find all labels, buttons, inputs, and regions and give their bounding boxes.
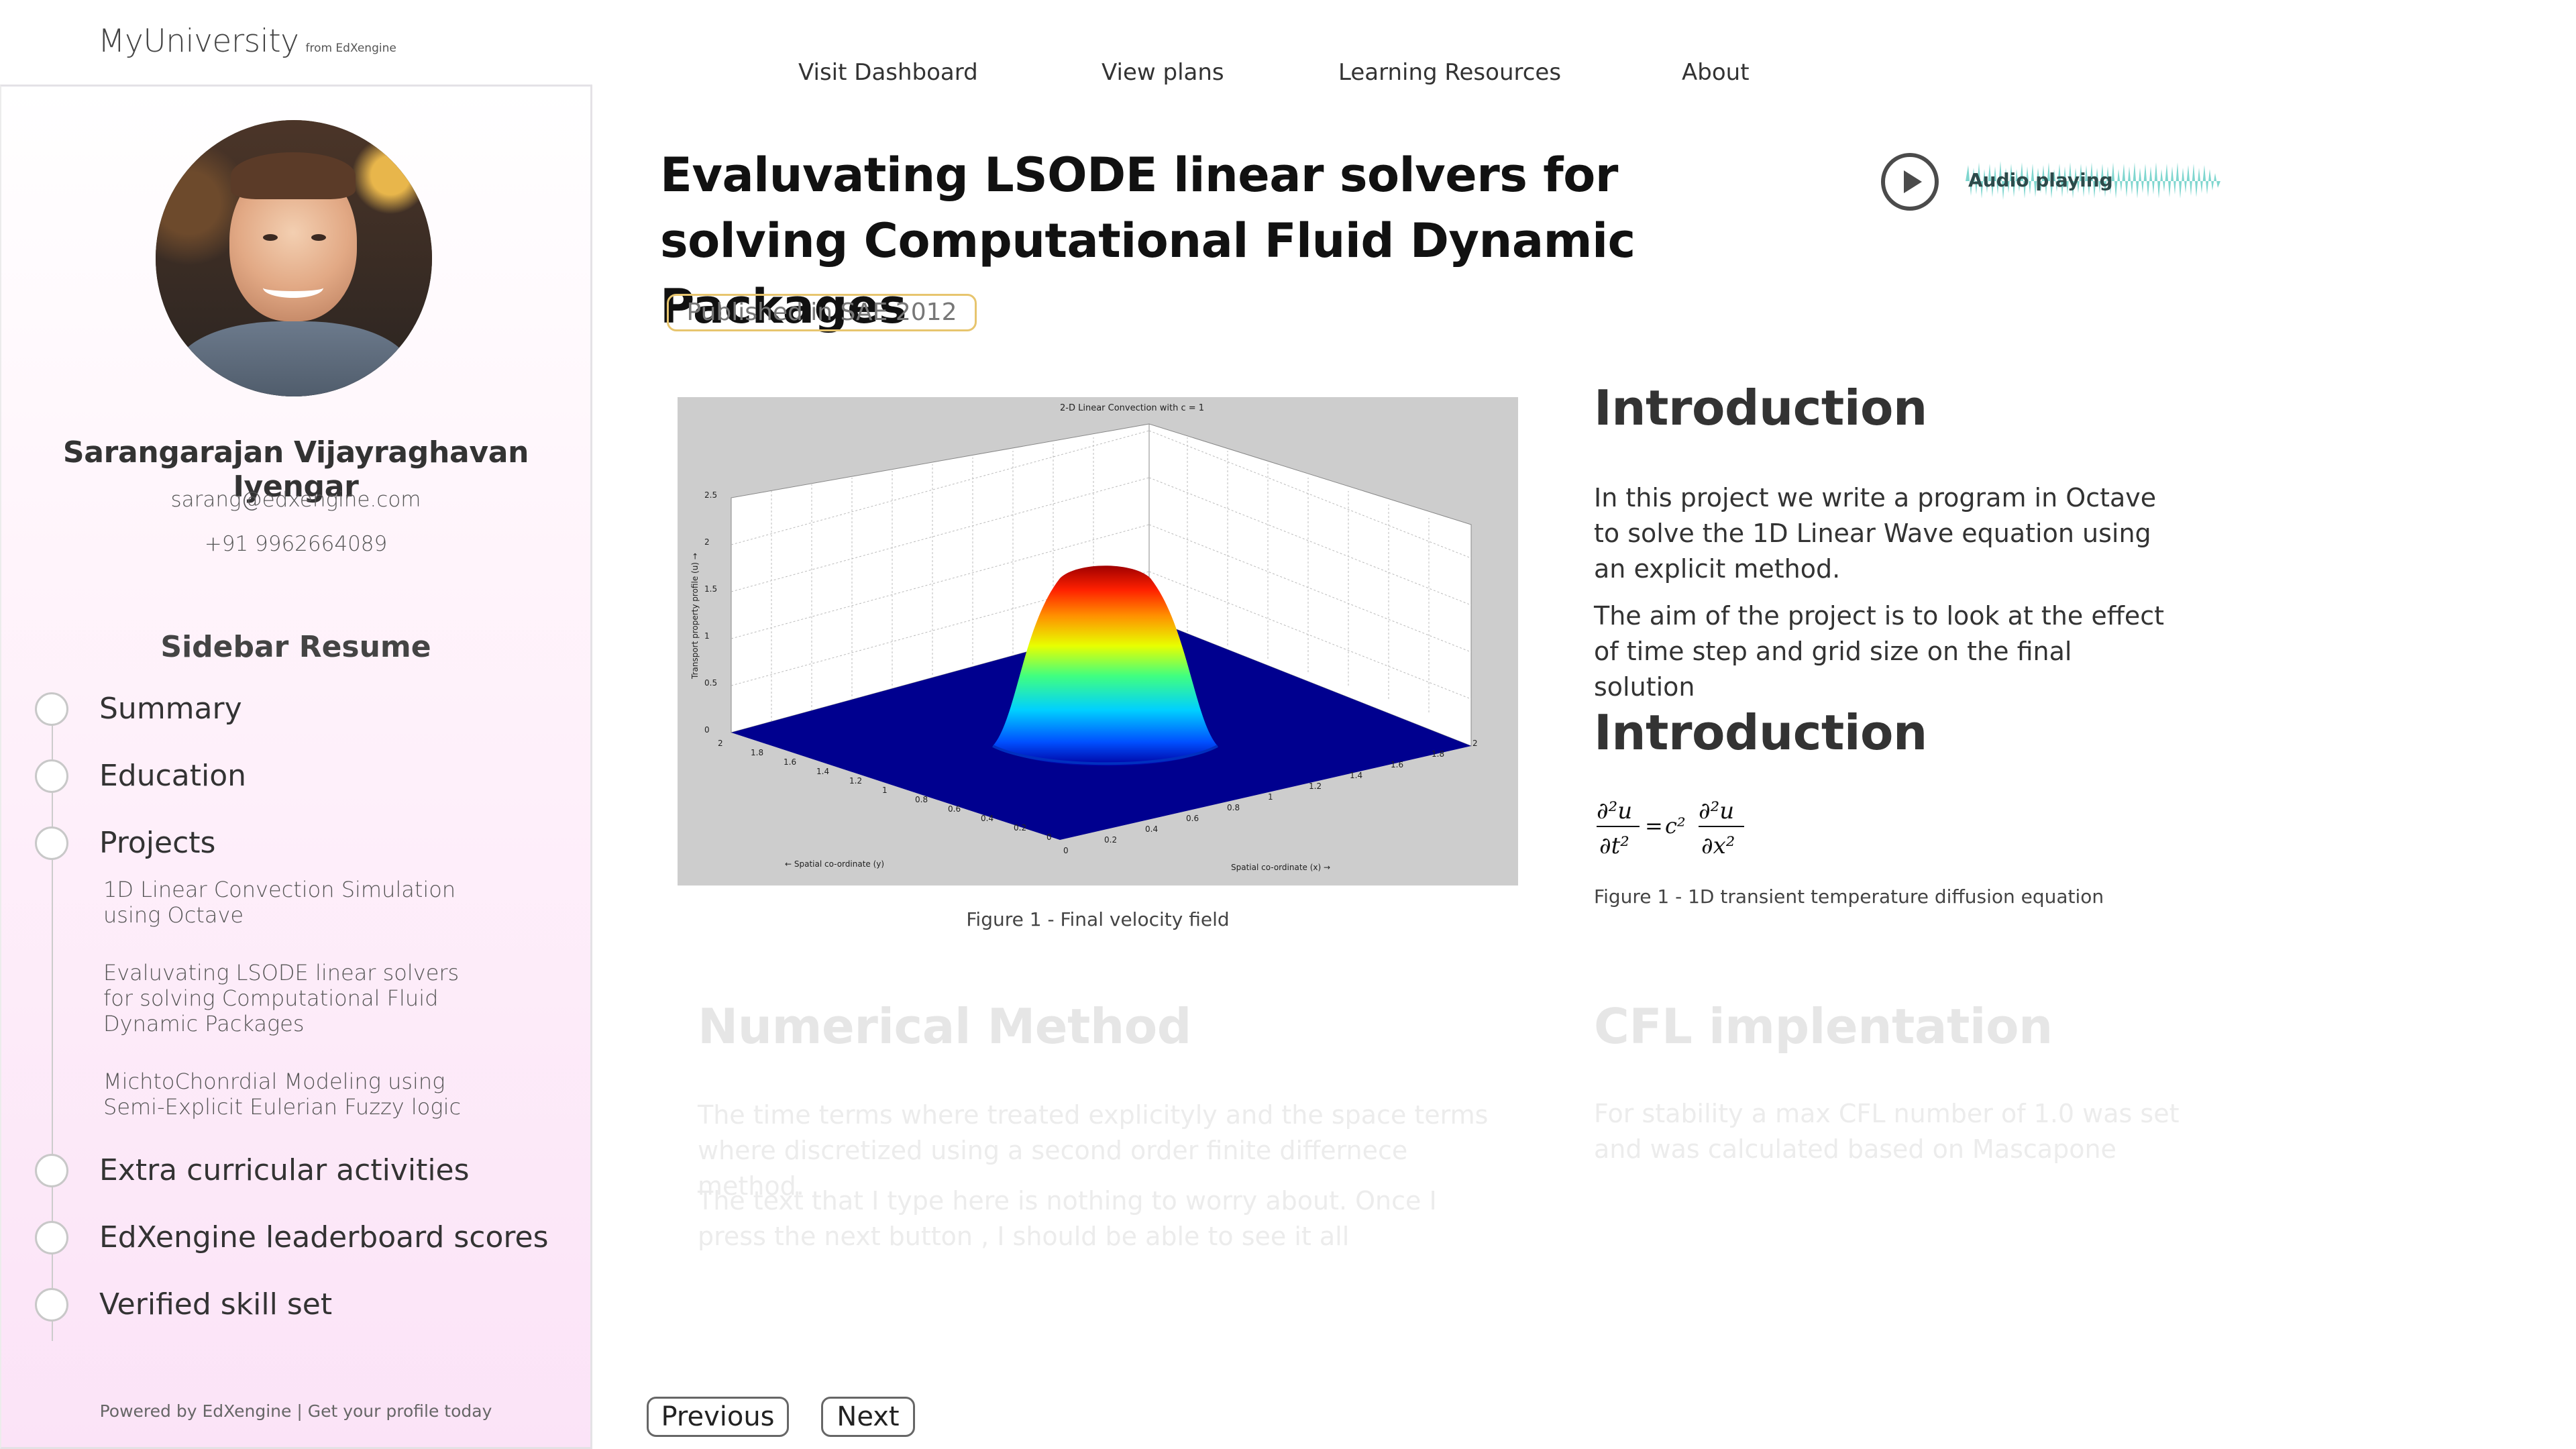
brand-logo[interactable]: MyUniversity from EdXengine (98, 23, 396, 60)
z-tick-label: 2.5 (704, 490, 717, 500)
sidebar-item-label: Projects (99, 826, 216, 860)
y-tick-label: 0.8 (915, 795, 928, 804)
figure-caption: Figure 1 - Final velocity field (966, 908, 1230, 930)
x-tick-label: 1.2 (1309, 782, 1322, 791)
y-tick-label: 0 (1046, 833, 1052, 842)
z-tick-label: 1.5 (704, 584, 717, 594)
audio-status-label: Audio playing (1968, 169, 2113, 191)
intro-paragraph-2: The aim of the project is to look at the… (1594, 601, 2165, 702)
nav-learning-resources[interactable]: Learning Resources (1338, 59, 1561, 86)
y-tick-label: 2 (718, 739, 723, 748)
z-tick-label: 0 (704, 725, 710, 735)
equation-caption: Figure 1 - 1D transient temperature diff… (1594, 885, 2104, 908)
svg-text:=: = (1645, 813, 1663, 839)
y-tick-label: 0.4 (981, 814, 994, 823)
sidebar-item-skills[interactable]: Verified skill set (35, 1287, 332, 1322)
sidebar-item-label: Verified skill set (99, 1287, 333, 1322)
intro2-title: Introduction (1594, 704, 1927, 761)
timeline-circle-icon (35, 1153, 68, 1187)
x-tick-label: 0 (1063, 846, 1069, 855)
play-icon[interactable] (1881, 153, 1939, 211)
svg-text:c²: c² (1665, 813, 1686, 839)
sidebar-item-label: EdXengine leaderboard scores (99, 1220, 549, 1254)
x-tick-label: 1 (1268, 792, 1273, 802)
z-tick-label: 0.5 (704, 678, 717, 688)
cfl-paragraph: For stability a max CFL number of 1.0 wa… (1594, 1099, 2180, 1164)
y-tick-label: 0.2 (1014, 823, 1026, 833)
z-axis-label: Transport property profile (u) → (690, 553, 700, 680)
svg-text:∂x²: ∂x² (1701, 833, 1735, 859)
sidebar-project-link[interactable]: 1D Linear Convection Simulation using Oc… (103, 877, 479, 928)
x-tick-label: 0.2 (1104, 835, 1117, 845)
brand-name: MyUniversity (98, 23, 299, 60)
x-tick-label: 0.4 (1145, 824, 1158, 834)
timeline-circle-icon (35, 826, 68, 860)
next-button[interactable]: Next (821, 1397, 915, 1437)
z-tick-label: 1 (704, 631, 710, 641)
x-tick-label: 2 (1472, 739, 1478, 748)
nav-visit-dashboard[interactable]: Visit Dashboard (798, 59, 978, 86)
x-tick-label: 0.8 (1227, 803, 1240, 812)
z-tick-label: 2 (704, 537, 710, 547)
publication-badge: Published in SAE 2012 (667, 294, 977, 331)
y-tick-label: 0.6 (948, 804, 961, 814)
avatar (156, 120, 432, 396)
profile-phone: +91 9962664089 (204, 532, 388, 556)
numerical-method-title: Numerical Method (698, 998, 1191, 1055)
intro-title: Introduction (1594, 380, 1927, 436)
sidebar-item-label: Extra curricular activities (99, 1153, 470, 1187)
timeline-circle-icon (35, 1220, 68, 1254)
intro-paragraph-1: In this project we write a program in Oc… (1594, 483, 2157, 584)
y-axis-label: ← Spatial co-ordinate (y) (785, 859, 884, 869)
timeline-circle-icon (35, 759, 68, 793)
x-tick-label: 1.8 (1432, 749, 1444, 759)
y-tick-label: 1.4 (816, 767, 829, 776)
cfl-title: CFL implentation (1594, 998, 2053, 1055)
x-tick-label: 1.6 (1391, 760, 1403, 769)
sidebar-project-link[interactable]: Evaluvating LSODE linear solvers for sol… (103, 960, 479, 1036)
sidebar: Sarangarajan Vijayraghavan Iyengar saran… (0, 85, 592, 1449)
sidebar-item-education[interactable]: Education (35, 759, 246, 793)
x-axis-label: Spatial co-ordinate (x) → (1231, 863, 1330, 872)
timeline-circle-icon (35, 1287, 68, 1322)
sidebar-footer[interactable]: Powered by EdXengine | Get your profile … (1, 1401, 590, 1421)
y-tick-label: 1.6 (784, 757, 796, 767)
brand-from: from EdXengine (305, 42, 396, 55)
svg-text:∂t²: ∂t² (1599, 833, 1629, 859)
sidebar-item-projects[interactable]: Projects (35, 826, 215, 860)
sidebar-item-label: Summary (99, 692, 242, 726)
svg-text:∂²u: ∂²u (1699, 798, 1734, 824)
profile-email[interactable]: sarang@edxengine.com (1, 488, 590, 512)
y-tick-label: 1 (882, 786, 888, 795)
y-tick-label: 1.8 (751, 748, 763, 757)
plot-title: 2-D Linear Convection with c = 1 (1060, 403, 1204, 413)
y-tick-label: 1.2 (849, 776, 862, 786)
svg-text:∂²u: ∂²u (1597, 798, 1632, 824)
sidebar-item-leaderboard[interactable]: EdXengine leaderboard scores (35, 1220, 549, 1254)
timeline-circle-icon (35, 692, 68, 726)
x-tick-label: 0.6 (1186, 814, 1199, 823)
sidebar-item-summary[interactable]: Summary (35, 692, 242, 726)
sidebar-item-label: Education (99, 759, 247, 793)
sidebar-title: Sidebar Resume (160, 630, 431, 664)
numerical-paragraph-2: The text that I type here is nothing to … (698, 1186, 1437, 1251)
nav-view-plans[interactable]: View plans (1102, 59, 1224, 86)
nav-about[interactable]: About (1682, 59, 1750, 86)
previous-button[interactable]: Previous (647, 1397, 789, 1437)
sidebar-project-link[interactable]: MichtoChonrdial Modeling using Semi-Expl… (103, 1069, 479, 1120)
sidebar-item-extra-curricular[interactable]: Extra curricular activities (35, 1153, 470, 1187)
wave-equation: ∂²u ∂t² = c² ∂²u ∂x² (1597, 798, 1744, 859)
x-tick-label: 1.4 (1350, 771, 1362, 780)
figure-velocity-plot: 2-D Linear Convection with c = 1 Transpo… (678, 397, 1518, 885)
